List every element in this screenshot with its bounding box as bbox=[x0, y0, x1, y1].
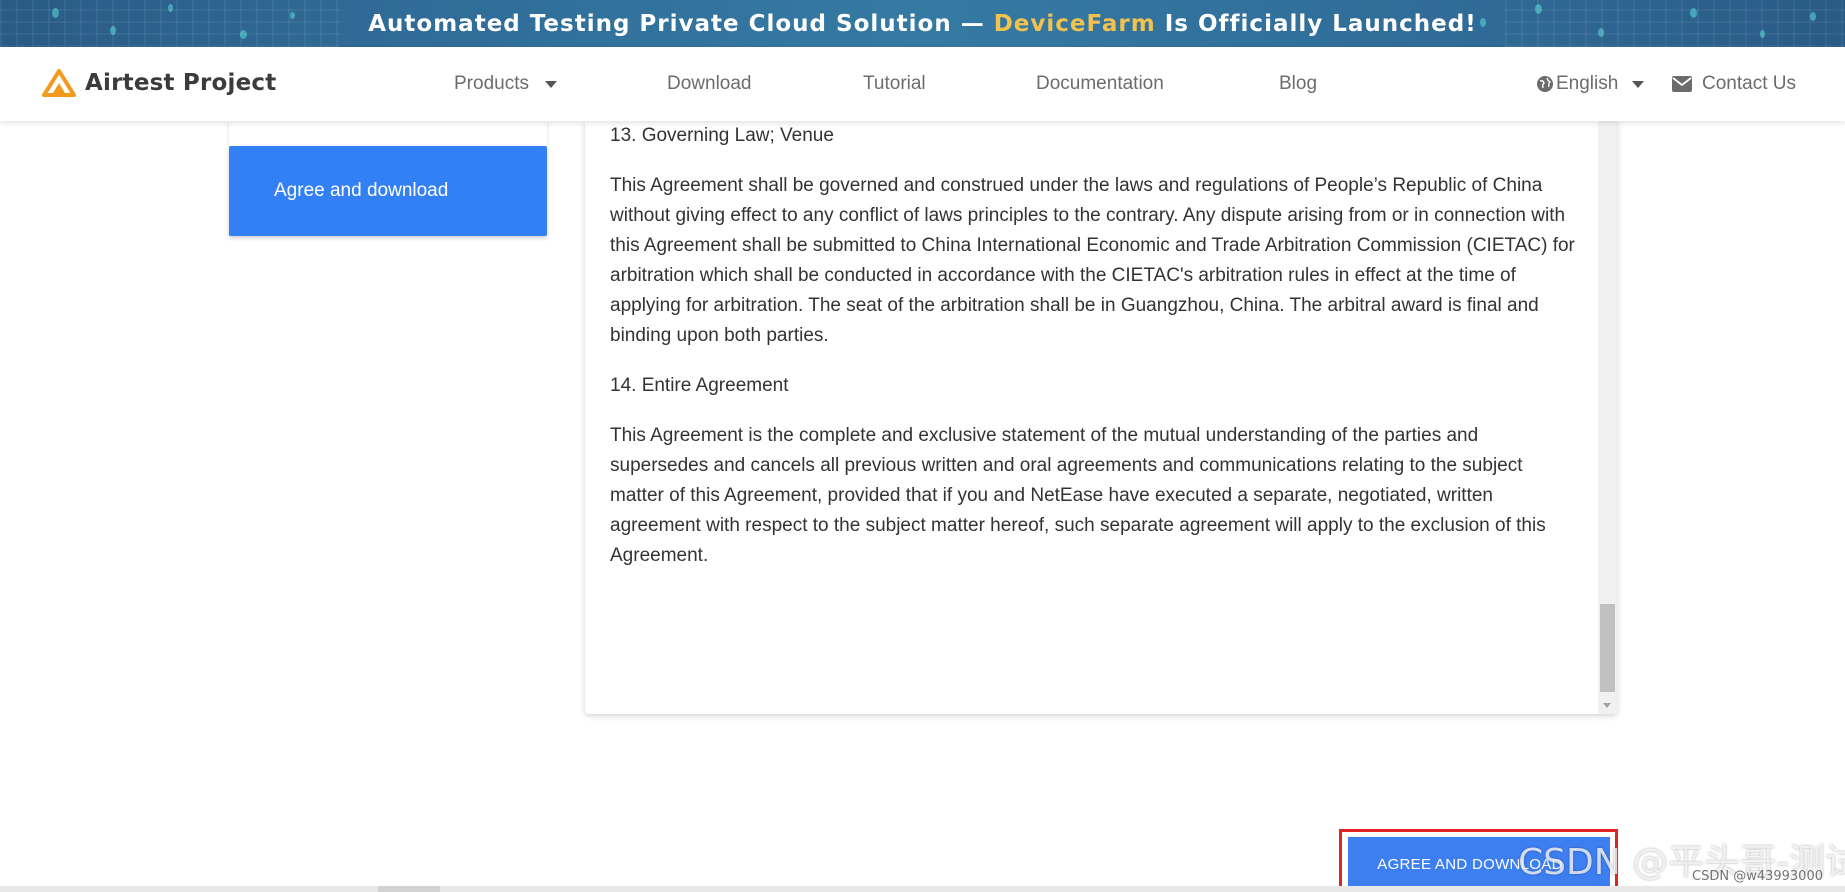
section-13-body: This Agreement shall be governed and con… bbox=[610, 175, 1575, 346]
nav-documentation-label: Documentation bbox=[1036, 73, 1164, 94]
language-selector[interactable]: English bbox=[1536, 71, 1645, 97]
agree-and-download-label: Agree and download bbox=[274, 180, 449, 201]
section-13-title: 13. Governing Law; Venue bbox=[610, 125, 834, 146]
airtest-logo-icon bbox=[42, 69, 76, 97]
nav-blog[interactable]: Blog bbox=[1279, 71, 1317, 97]
banner-highlight: DeviceFarm bbox=[993, 10, 1156, 37]
navbar: Airtest Project Products Download Tutori… bbox=[0, 47, 1845, 121]
nav-blog-label: Blog bbox=[1279, 73, 1318, 94]
banner-text: Automated Testing Private Cloud Solution… bbox=[368, 11, 1476, 37]
nav-products-label: Products bbox=[454, 73, 529, 94]
section-14-title: 14. Entire Agreement bbox=[610, 375, 789, 396]
nav-products[interactable]: Products bbox=[454, 71, 557, 97]
globe-icon bbox=[1537, 76, 1553, 92]
horizontal-scrollbar-thumb[interactable] bbox=[378, 886, 440, 892]
chevron-down-icon bbox=[544, 80, 557, 88]
agreement-content: 13. Governing Law; Venue This Agreement … bbox=[610, 121, 1580, 591]
banner-decoration-right bbox=[1505, 0, 1845, 47]
nav-download-label: Download bbox=[667, 73, 752, 94]
chevron-down-icon bbox=[1632, 80, 1645, 88]
contact-us-link[interactable]: Contact Us bbox=[1672, 71, 1796, 97]
banner-text-before: Automated Testing Private Cloud Solution… bbox=[368, 10, 994, 37]
agreement-panel[interactable]: 13. Governing Law; Venue This Agreement … bbox=[585, 121, 1617, 714]
nav-documentation[interactable]: Documentation bbox=[1036, 71, 1164, 97]
horizontal-scrollbar[interactable] bbox=[0, 886, 1845, 892]
nav-download[interactable]: Download bbox=[667, 71, 752, 97]
contact-us-label: Contact Us bbox=[1702, 73, 1796, 94]
section-14-body: This Agreement is the complete and exclu… bbox=[610, 425, 1546, 566]
scrollbar-thumb[interactable] bbox=[1600, 604, 1615, 692]
watermark-sub: CSDN @w43993000 bbox=[1692, 869, 1823, 884]
banner-decoration-left bbox=[0, 0, 340, 47]
nav-tutorial[interactable]: Tutorial bbox=[863, 71, 926, 97]
language-label: English bbox=[1556, 73, 1619, 94]
logo-text: Airtest Project bbox=[85, 70, 277, 96]
envelope-icon bbox=[1672, 76, 1692, 92]
agree-and-download-button[interactable]: Agree and download bbox=[229, 146, 547, 236]
logo[interactable]: Airtest Project bbox=[42, 65, 276, 101]
sidebar-panel bbox=[229, 121, 547, 146]
agreement-scrollbar[interactable] bbox=[1598, 121, 1617, 714]
promo-banner[interactable]: Automated Testing Private Cloud Solution… bbox=[0, 0, 1845, 47]
nav-tutorial-label: Tutorial bbox=[863, 73, 926, 94]
banner-text-after: Is Officially Launched! bbox=[1155, 10, 1477, 37]
scroll-down-arrow-icon[interactable] bbox=[1603, 703, 1611, 708]
